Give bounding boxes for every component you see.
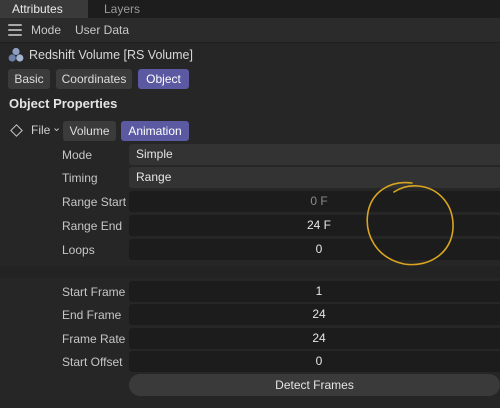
annotation-circle	[366, 181, 454, 266]
tab-basic[interactable]: Basic	[8, 69, 50, 89]
start-offset-field[interactable]: 0	[129, 351, 500, 372]
tab-object[interactable]: Object	[138, 69, 189, 89]
tab-attributes[interactable]: Attributes	[0, 0, 88, 18]
property-label-range-start: Range Start	[62, 195, 127, 209]
menu-user-data[interactable]: User Data	[75, 18, 129, 42]
file-label: File	[31, 123, 51, 137]
frame-rate-field[interactable]: 24	[129, 328, 500, 349]
menu-mode[interactable]: Mode	[31, 18, 61, 42]
object-title: Redshift Volume [RS Volume]	[29, 48, 193, 62]
property-label-start-offset: Start Offset	[62, 355, 123, 369]
start-frame-field[interactable]: 1	[129, 281, 500, 302]
property-label-start-frame: Start Frame	[62, 285, 126, 299]
end-frame-field[interactable]: 24	[129, 304, 500, 325]
chevron-down-icon[interactable]: ⌄	[52, 121, 61, 134]
hamburger-menu-icon[interactable]	[8, 24, 22, 36]
property-label-end-frame: End Frame	[62, 308, 122, 322]
mode-dropdown[interactable]: Simple	[129, 144, 500, 165]
property-label-loops: Loops	[62, 243, 95, 257]
tab-volume[interactable]: Volume	[63, 121, 116, 141]
property-label-timing: Timing	[62, 171, 98, 185]
property-label-range-end: Range End	[62, 219, 123, 233]
keyframe-diamond-icon[interactable]	[10, 124, 23, 137]
section-title: Object Properties	[9, 96, 118, 111]
tab-coordinates[interactable]: Coordinates	[56, 69, 132, 89]
tab-layers[interactable]: Layers	[104, 0, 164, 18]
property-label-frame-rate: Frame Rate	[62, 332, 126, 346]
redshift-volume-icon	[8, 47, 24, 62]
detect-frames-button[interactable]: Detect Frames	[129, 374, 500, 396]
property-label-mode: Mode	[62, 148, 93, 162]
tab-animation[interactable]: Animation	[121, 121, 189, 141]
